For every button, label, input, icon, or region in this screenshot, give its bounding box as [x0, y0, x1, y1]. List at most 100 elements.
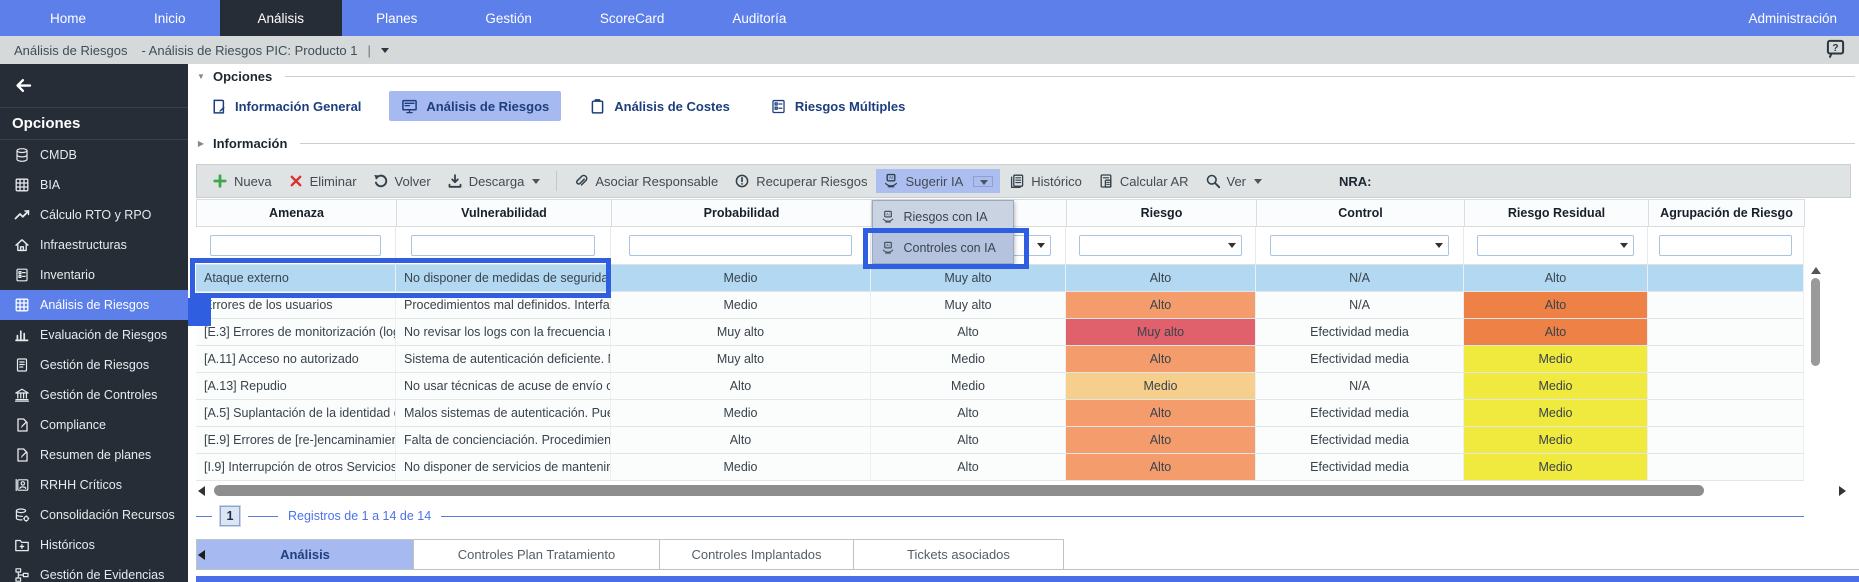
doc2-icon [1098, 173, 1114, 189]
sidebar-item-consolidacion-recursos[interactable]: Consolidación Recursos [0, 500, 188, 530]
breadcrumb-section[interactable]: Análisis de Riesgos [14, 43, 127, 58]
collapse-triangle-icon[interactable]: ▼ [196, 72, 206, 81]
sidebar-item-calculo-rto-y-rpo[interactable]: Cálculo RTO y RPO [0, 200, 188, 230]
vertical-scrollbar-thumb[interactable] [1811, 278, 1820, 366]
column-header-control[interactable]: Control [1257, 199, 1465, 227]
nav-item-auditoria[interactable]: Auditoría [698, 0, 820, 36]
table-row[interactable]: [A.5] Suplantación de la identidad del u… [196, 400, 1804, 427]
cell-vulnerabilidad: Malos sistemas de autenticación. Puestos… [396, 400, 611, 427]
cell-vulnerabilidad: Sistema de autenticación deficiente. Mal… [396, 346, 611, 373]
sidebar-item-analisis-de-riesgos[interactable]: Análisis de Riesgos [0, 290, 188, 320]
nav-item-analisis[interactable]: Análisis [220, 0, 343, 36]
toolbar-sugerir-ia-button[interactable]: AISugerir IAAIRiesgos con IAAIControles … [876, 169, 1000, 193]
table-row[interactable]: Ataque externoNo disponer de medidas de … [196, 265, 1804, 292]
cell-probabilidad: Medio [611, 265, 871, 292]
filter-amenaza-input[interactable] [210, 235, 381, 256]
filter-riesgo-residual-select[interactable] [1477, 235, 1634, 256]
table-row[interactable]: [A.11] Acceso no autorizadoSistema de au… [196, 346, 1804, 373]
cell-probabilidad: Medio [611, 292, 871, 319]
sidebar-item-bia[interactable]: BIA [0, 170, 188, 200]
grid-icon [14, 177, 30, 193]
toolbar-descarga-button[interactable]: Descarga [440, 169, 548, 193]
table-row[interactable]: [E.3] Errores de monitorización (log)No … [196, 319, 1804, 346]
scroll-left-arrow[interactable] [198, 486, 205, 496]
sidebar-item-gestion-de-controles[interactable]: Gestión de Controles [0, 380, 188, 410]
toolbar-ver-button[interactable]: Ver [1198, 169, 1270, 193]
toolbar-button-label: Recuperar Riesgos [756, 174, 867, 189]
collapse-triangle-icon[interactable]: ▶ [196, 139, 206, 148]
help-icon[interactable]: ? [1826, 39, 1845, 61]
menu-item-controles-con-ia[interactable]: AIControles con IA [873, 232, 1013, 263]
filter-riesgo-select[interactable] [1079, 235, 1242, 256]
scroll-right-arrow[interactable] [1839, 486, 1846, 496]
column-header-agrupacion-de-riesgo[interactable]: Agrupación de Riesgo [1649, 199, 1805, 227]
toolbar-eliminar-button[interactable]: Eliminar [281, 169, 364, 193]
column-header-vulnerabilidad[interactable]: Vulnerabilidad [397, 199, 612, 227]
sidebar-item-infraestructuras[interactable]: Infraestructuras [0, 230, 188, 260]
nav-item-home[interactable]: Home [16, 0, 120, 36]
table-row[interactable]: [I.9] Interrupción de otros Servicios y … [196, 454, 1804, 481]
bank-icon [14, 387, 30, 403]
detail-tab-analisis[interactable]: Análisis [196, 539, 414, 569]
tab-analisis-de-riesgos[interactable]: Análisis de Riesgos [389, 91, 561, 121]
scroll-up-arrow[interactable] [1811, 267, 1821, 274]
nav-item-gestion[interactable]: Gestión [451, 0, 566, 36]
plus-icon [212, 173, 228, 189]
sidebar-item-cmdb[interactable]: CMDB [0, 140, 188, 170]
nav-item-scorecard[interactable]: ScoreCard [566, 0, 699, 36]
horizontal-scrollbar[interactable] [196, 484, 1846, 497]
detail-tab-tickets-asociados[interactable]: Tickets asociados [854, 539, 1064, 569]
sidebar-item-resumen-de-planes[interactable]: Resumen de planes [0, 440, 188, 470]
id-card-icon [14, 477, 30, 493]
toolbar-calcular-ar-button[interactable]: Calcular AR [1091, 169, 1196, 193]
menu-item-riesgos-con-ia[interactable]: AIRiesgos con IA [873, 201, 1013, 232]
toolbar-asociar-responsable-button[interactable]: Asociar Responsable [566, 169, 725, 193]
table-row[interactable]: [E.9] Errores de [re-]encaminamientoFalt… [196, 427, 1804, 454]
sidebar-item-compliance[interactable]: Compliance [0, 410, 188, 440]
sidebar-item-gestion-de-riesgos[interactable]: Gestión de Riesgos [0, 350, 188, 380]
filter-control-select[interactable] [1270, 235, 1448, 256]
cell-amenaza: Errores de los usuarios [196, 292, 396, 319]
filter-agrupacion-de-riesgo-input[interactable] [1659, 235, 1792, 256]
cell-amenaza: [E.3] Errores de monitorización (log) [196, 319, 396, 346]
filter-probabilidad-input[interactable] [629, 235, 852, 256]
tab-riesgos-multiples[interactable]: Riesgos Múltiples [758, 91, 918, 121]
tab-analisis-de-costes[interactable]: Análisis de Costes [577, 91, 742, 121]
tab-informacion-general[interactable]: Información General [198, 91, 373, 121]
column-header-amenaza[interactable]: Amenaza [197, 199, 397, 227]
page-number-button[interactable]: 1 [220, 506, 240, 526]
filter-vulnerabilidad-input[interactable] [411, 235, 595, 256]
detail-tab-controles-implantados[interactable]: Controles Implantados [660, 539, 854, 569]
toolbar-button-label: Sugerir IA [905, 174, 963, 189]
tabs-scroll-left-arrow[interactable] [198, 550, 205, 560]
column-header-riesgo-residual[interactable]: Riesgo Residual [1465, 199, 1649, 227]
sidebar-item-rrhh-criticos[interactable]: RRHH Críticos [0, 470, 188, 500]
dropdown-caret-button[interactable] [973, 176, 993, 187]
toolbar-nueva-button[interactable]: Nueva [205, 169, 279, 193]
grid-icon [14, 297, 30, 313]
sidebar-item-inventario[interactable]: Inventario [0, 260, 188, 290]
nav-item-planes[interactable]: Planes [342, 0, 451, 36]
cell-riesgo: Alto [1066, 292, 1256, 319]
horizontal-scrollbar-thumb[interactable] [214, 485, 1704, 496]
column-header-riesgo[interactable]: Riesgo [1067, 199, 1257, 227]
toolbar-volver-button[interactable]: Volver [366, 169, 438, 193]
vertical-scrollbar[interactable] [1809, 267, 1822, 582]
sidebar-collapse-button[interactable] [0, 64, 188, 108]
cell-impacto: Medio [871, 346, 1066, 373]
doc-pen-icon [14, 417, 30, 433]
table-row[interactable]: Errores de los usuariosProcedimientos ma… [196, 292, 1804, 319]
sidebar-item-gestion-de-evidencias[interactable]: Gestión de Evidencias [0, 560, 188, 582]
detail-tab-controles-plan-tratamiento[interactable]: Controles Plan Tratamiento [414, 539, 660, 569]
ai-icon: AI [883, 173, 899, 189]
ai-icon: AI [881, 210, 895, 224]
column-header-probabilidad[interactable]: Probabilidad [612, 199, 872, 227]
sidebar-item-historicos[interactable]: Históricos [0, 530, 188, 560]
nav-item-inicio[interactable]: Inicio [120, 0, 220, 36]
sidebar-item-evaluacion-de-riesgos[interactable]: Evaluación de Riesgos [0, 320, 188, 350]
cell-control: Efectividad media [1256, 319, 1464, 346]
table-row[interactable]: [A.13] RepudioNo usar técnicas de acuse … [196, 373, 1804, 400]
toolbar-historico-button[interactable]: Histórico [1002, 169, 1089, 193]
toolbar-recuperar-riesgos-button[interactable]: Recuperar Riesgos [727, 169, 874, 193]
nav-item-administracion[interactable]: Administración [1726, 0, 1859, 36]
